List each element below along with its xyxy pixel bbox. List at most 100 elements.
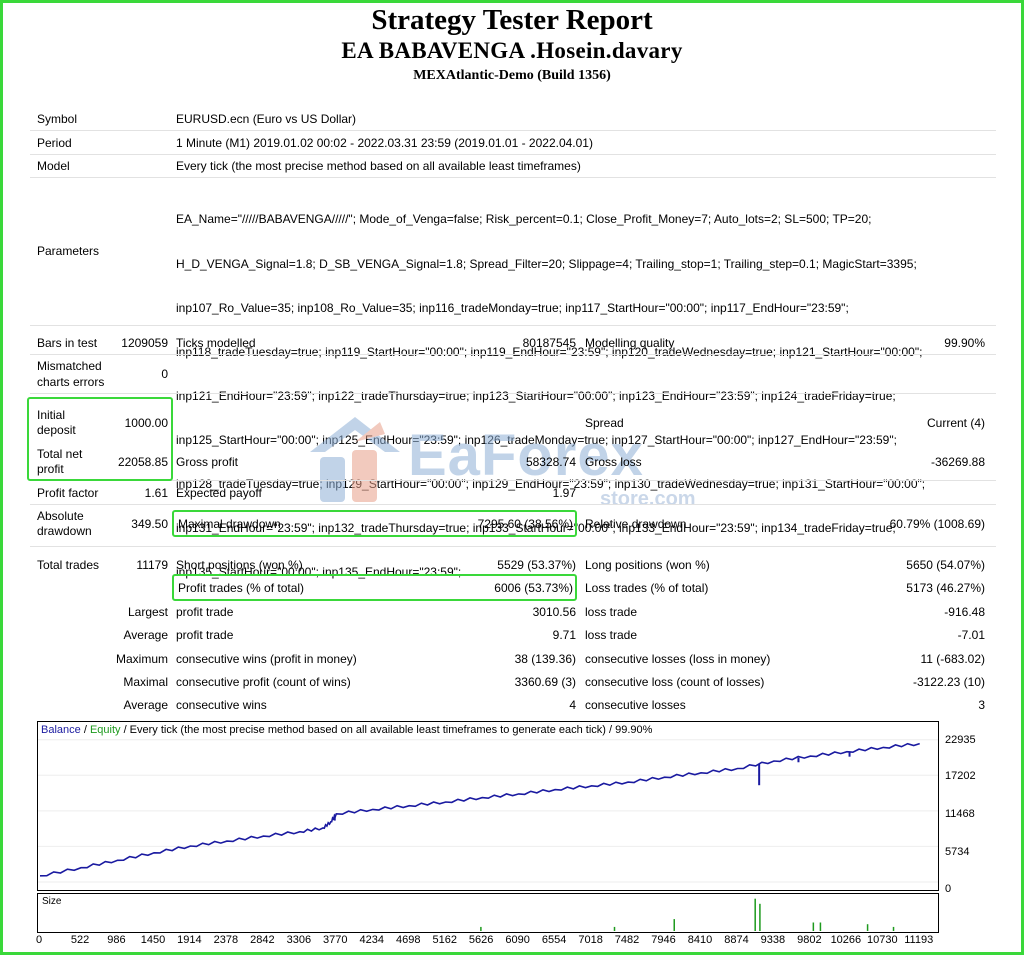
symbol-value: EURUSD.ecn (Euro vs US Dollar) — [176, 112, 357, 126]
relative-drawdown-label: Relative drawdown — [585, 517, 687, 531]
average-loss-value: -7.01 — [957, 628, 985, 642]
parameters-label: Parameters — [37, 244, 100, 258]
gross-profit-value: 58328.74 — [525, 455, 576, 469]
spread-value: Current (4) — [926, 416, 985, 430]
y-tick-label: 22935 — [945, 734, 976, 746]
average-consecutive-wins-value: 4 — [569, 698, 576, 712]
mismatch-label-1: Mismatched — [37, 359, 102, 373]
total-trades-label: Total trades — [37, 558, 100, 572]
average-consecutive-label: Average — [123, 698, 168, 712]
y-tick-label: 17202 — [945, 770, 976, 782]
size-bar — [866, 924, 869, 931]
bars-label: Bars in test — [37, 336, 98, 350]
total-trades-value: 11179 — [136, 558, 168, 572]
size-bar — [480, 926, 482, 931]
y-tick-label: 0 — [945, 883, 952, 895]
parameter-line: H_D_VENGA_Signal=1.8; D_SB_VENGA_Signal=… — [176, 256, 917, 271]
ea-name: EA BABAVENGA .Hosein.davary — [341, 38, 683, 63]
balance-chart — [37, 721, 939, 891]
symbol-label: Symbol — [37, 112, 78, 126]
expected-payoff-value: 1.97 — [552, 486, 576, 500]
x-tick-label: 8874 — [724, 934, 749, 946]
ticks-label: Ticks modelled — [176, 336, 256, 350]
size-bar — [754, 898, 756, 931]
x-tick-label: 2378 — [213, 934, 239, 946]
max-consecutive-losses-value: 11 (-683.02) — [920, 652, 985, 666]
x-tick-label: 4698 — [395, 934, 421, 946]
largest-loss-value: -916.48 — [944, 605, 985, 619]
profit-factor-value: 1.61 — [144, 486, 168, 500]
gross-loss-label: Gross loss — [585, 455, 642, 469]
average-consecutive-losses-label: consecutive losses — [585, 698, 686, 712]
absolute-drawdown-value: 349.50 — [131, 517, 168, 531]
x-tick-label: 7018 — [578, 934, 603, 946]
x-tick-label: 3770 — [323, 934, 348, 946]
server-build: MEXAtlantic-Demo (Build 1356) — [413, 68, 611, 83]
largest-profit-label: profit trade — [176, 605, 234, 619]
average-label: Average — [123, 628, 168, 642]
report-title: Strategy Tester Report — [371, 4, 653, 36]
long-positions-value: 5650 (54.07%) — [906, 558, 985, 572]
quality-label: Modelling quality — [585, 336, 675, 350]
divider — [30, 354, 996, 355]
loss-trades-value: 5173 (46.27%) — [906, 581, 985, 595]
max-consecutive-losses-label: consecutive losses (loss in money) — [585, 652, 771, 666]
divider — [30, 480, 996, 481]
relative-drawdown-value: 60.79% (1008.69) — [889, 517, 985, 531]
x-tick-label: 6554 — [541, 934, 567, 946]
x-tick-label: 7482 — [614, 934, 640, 946]
highlight-box-deposit-profit — [27, 397, 173, 481]
parameter-line: EA_Name="/////BABAVENGA/////"; Mode_of_V… — [176, 212, 872, 227]
x-tick-label: 5162 — [432, 934, 457, 946]
model-label: Model — [37, 159, 70, 173]
gross-loss-value: -36269.88 — [930, 455, 985, 469]
divider — [30, 504, 996, 505]
largest-label: Largest — [127, 605, 168, 619]
y-tick-label: 5734 — [945, 846, 970, 858]
x-tick-label: 5626 — [468, 934, 494, 946]
chart-caption: Balance / Equity / Every tick (the most … — [41, 724, 652, 737]
size-label: Size — [42, 896, 62, 907]
caption-separator: / — [80, 724, 90, 736]
x-tick-label: 8410 — [687, 934, 713, 946]
watermark-sub: store.com — [600, 488, 696, 510]
size-panel — [37, 893, 939, 933]
maximal-consecutive-profit-value: 3360.69 (3) — [514, 675, 576, 689]
size-bar — [673, 919, 675, 931]
spread-label: Spread — [585, 416, 624, 430]
x-tick-label: 3306 — [286, 934, 312, 946]
absolute-drawdown-label-1: Absolute — [37, 509, 84, 523]
mismatch-label-2: charts errors — [37, 375, 105, 389]
average-consecutive-wins-label: consecutive wins — [176, 698, 267, 712]
divider — [30, 154, 996, 155]
divider — [30, 130, 996, 131]
equity-legend: Equity — [89, 724, 121, 736]
period-value: 1 Minute (M1) 2019.01.02 00:02 - 2022.03… — [176, 136, 593, 150]
highlight-box-max-drawdown — [172, 510, 577, 537]
balance-line — [39, 742, 920, 877]
x-tick-label: 9802 — [797, 934, 822, 946]
absolute-drawdown-label-2: drawdown — [37, 524, 92, 538]
largest-profit-value: 3010.56 — [532, 605, 576, 619]
x-tick-label: 1450 — [140, 934, 166, 946]
divider — [30, 393, 996, 394]
size-bar — [892, 926, 895, 931]
divider — [30, 325, 996, 326]
maximal-consecutive-loss-value: -3122.23 (10) — [912, 675, 985, 689]
size-bar — [819, 922, 822, 931]
y-tick-label: 11468 — [945, 808, 975, 820]
x-tick-label: 9338 — [760, 934, 786, 946]
maximal-consecutive-profit-label: consecutive profit (count of wins) — [176, 675, 351, 689]
quality-value: 99.90% — [944, 336, 985, 350]
size-bar — [759, 903, 761, 931]
short-positions-value: 5529 (53.37%) — [497, 558, 576, 572]
mismatch-value: 0 — [161, 367, 168, 381]
x-tick-label: 0 — [35, 934, 43, 946]
x-tick-label: 7946 — [651, 934, 676, 946]
max-consecutive-wins-value: 38 (139.36) — [514, 652, 576, 666]
maximum-label: Maximum — [115, 652, 168, 666]
x-tick-label: 2842 — [250, 934, 275, 946]
balance-legend: Balance — [41, 724, 81, 736]
x-tick-label: 1914 — [177, 934, 202, 946]
gross-profit-label: Gross profit — [176, 455, 239, 469]
